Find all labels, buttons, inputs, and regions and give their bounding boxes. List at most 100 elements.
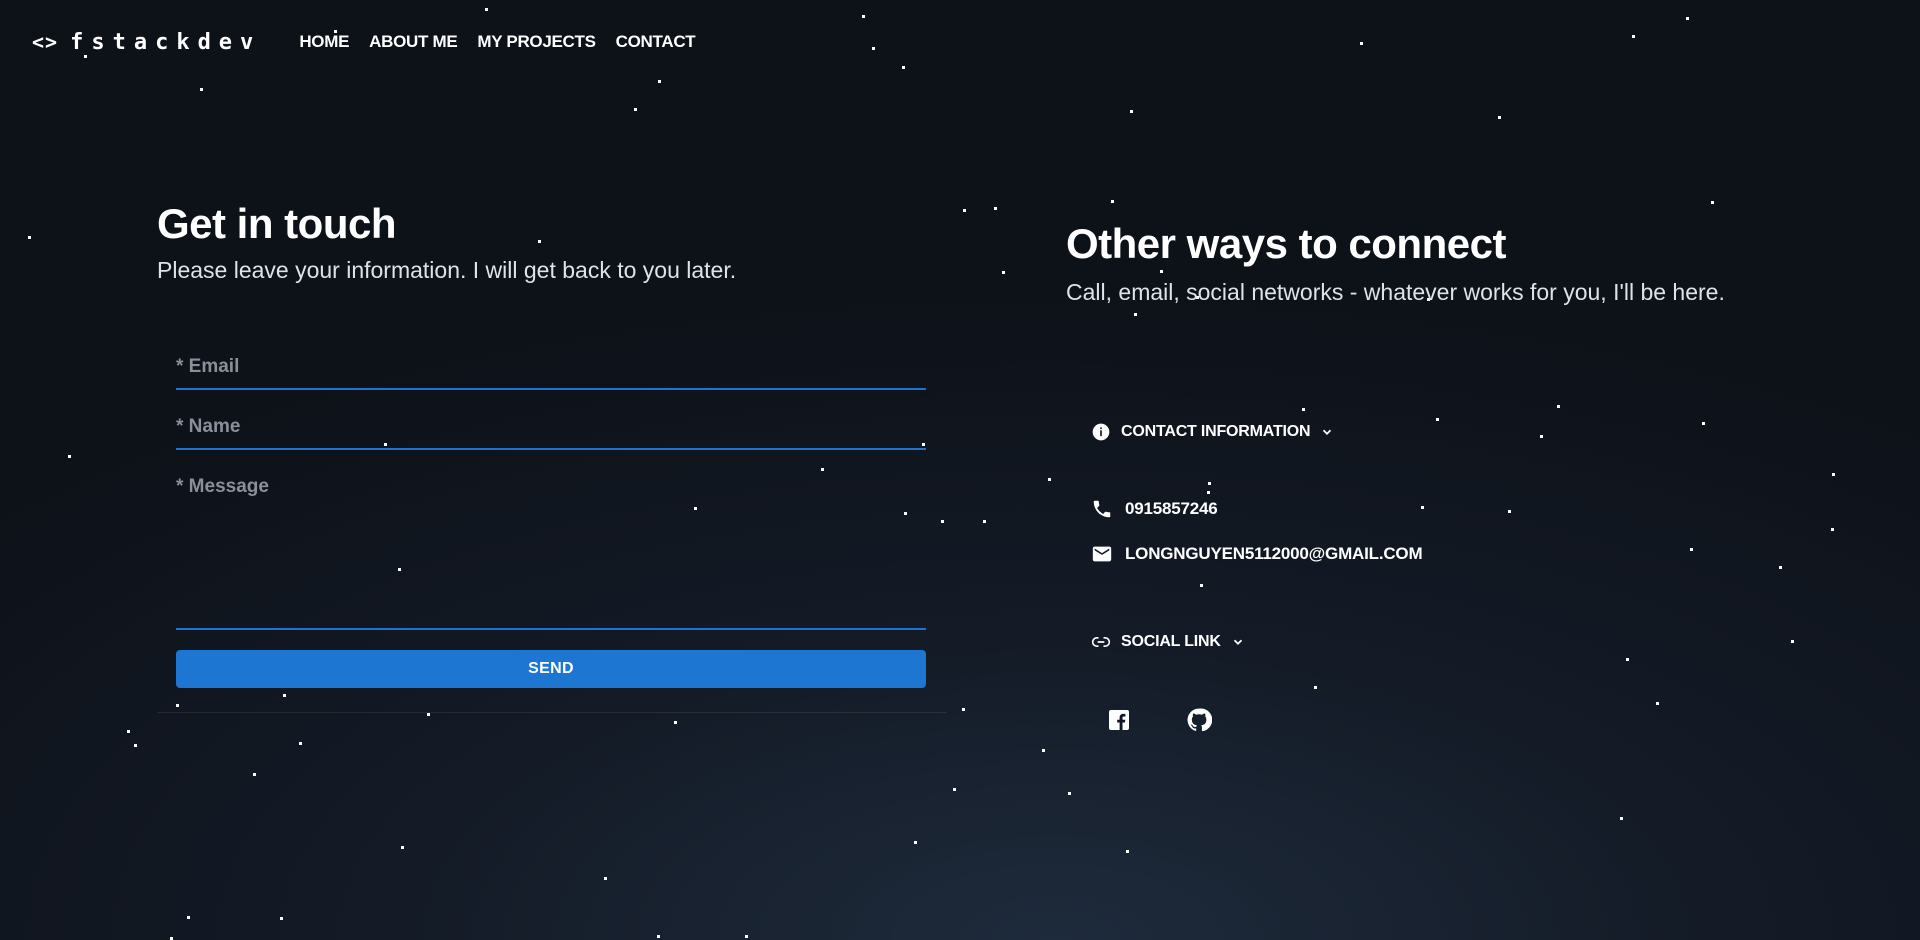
nav-link-home[interactable]: HOME <box>299 32 349 52</box>
form-divider <box>157 712 947 713</box>
star <box>983 520 986 523</box>
mail-icon <box>1091 543 1113 565</box>
social-link-label: SOCIAL LINK <box>1121 633 1221 650</box>
star <box>1632 35 1635 38</box>
star <box>283 694 286 697</box>
email-row[interactable]: LONGNGUYEN5112000@GMAIL.COM <box>1091 543 1423 565</box>
star <box>1048 478 1051 481</box>
email-address: LONGNGUYEN5112000@GMAIL.COM <box>1125 544 1423 563</box>
star <box>28 236 31 239</box>
star <box>745 935 748 938</box>
logo-text: fstackdev <box>70 29 262 55</box>
star <box>1656 702 1659 705</box>
star <box>200 88 203 91</box>
star <box>280 917 283 920</box>
get-in-touch-title: Get in touch <box>157 200 397 247</box>
star <box>1436 418 1439 421</box>
star <box>1130 110 1133 113</box>
phone-number: 0915857246 <box>1125 499 1218 518</box>
star <box>299 742 302 745</box>
info-icon <box>1091 422 1111 442</box>
other-ways-subtitle: Call, email, social networks - whatever … <box>1066 279 1725 305</box>
get-in-touch-subtitle: Please leave your information. I will ge… <box>157 257 737 283</box>
github-icon[interactable] <box>1186 707 1212 733</box>
star <box>1208 482 1211 485</box>
get-in-touch-section: Get in touch Please leave your informati… <box>157 196 947 286</box>
social-link-toggle[interactable]: SOCIAL LINK <box>1091 632 1245 652</box>
star <box>658 80 661 83</box>
top-nav: <> fstackdev HOME ABOUT ME MY PROJECTS C… <box>32 26 715 58</box>
star <box>902 66 905 69</box>
star <box>1042 749 1045 752</box>
phone-icon <box>1091 498 1113 520</box>
star <box>1620 817 1623 820</box>
star <box>485 8 488 11</box>
chevron-down-icon <box>1320 425 1334 439</box>
name-field-wrapper <box>176 410 926 450</box>
star <box>1207 491 1210 494</box>
email-field-wrapper <box>176 350 926 390</box>
facebook-icon[interactable] <box>1106 707 1132 733</box>
logo[interactable]: <> fstackdev <box>32 30 261 55</box>
star <box>1111 200 1114 203</box>
star <box>941 520 944 523</box>
contact-information-label: CONTACT INFORMATION <box>1121 423 1311 440</box>
star <box>604 877 607 880</box>
star <box>657 935 660 938</box>
star <box>1626 658 1629 661</box>
star <box>862 15 865 18</box>
star <box>1702 422 1705 425</box>
star <box>1540 435 1543 438</box>
star <box>134 744 137 747</box>
star <box>1302 408 1305 411</box>
star <box>1711 201 1714 204</box>
star <box>401 846 404 849</box>
star <box>1126 850 1129 853</box>
star <box>1421 506 1424 509</box>
name-field[interactable] <box>176 410 926 438</box>
star <box>1360 42 1363 45</box>
star <box>1831 528 1834 531</box>
star <box>1779 566 1782 569</box>
email-field[interactable] <box>176 350 926 378</box>
star <box>1314 686 1317 689</box>
star <box>187 916 190 919</box>
other-ways-section: Other ways to connect Call, email, socia… <box>1066 216 1726 312</box>
star <box>1686 17 1689 20</box>
star <box>953 788 956 791</box>
code-icon: <> <box>32 30 59 54</box>
send-button[interactable]: SEND <box>176 650 926 688</box>
chevron-down-icon <box>1231 635 1245 649</box>
star <box>1791 640 1794 643</box>
star <box>1200 584 1203 587</box>
star <box>962 708 965 711</box>
nav-link-my-projects[interactable]: MY PROJECTS <box>477 32 596 52</box>
star <box>1557 405 1560 408</box>
star <box>994 207 997 210</box>
star <box>1002 271 1005 274</box>
nav-link-contact[interactable]: CONTACT <box>616 32 696 52</box>
social-icons <box>1106 707 1212 733</box>
star <box>253 773 256 776</box>
star <box>1498 116 1501 119</box>
other-ways-title: Other ways to connect <box>1066 220 1506 267</box>
phone-row[interactable]: 0915857246 <box>1091 498 1218 520</box>
star <box>127 730 130 733</box>
nav-link-about-me[interactable]: ABOUT ME <box>369 32 458 52</box>
nav-links: HOME ABOUT ME MY PROJECTS CONTACT <box>299 32 715 52</box>
star <box>1690 548 1693 551</box>
contact-information-toggle[interactable]: CONTACT INFORMATION <box>1091 422 1334 442</box>
star <box>176 704 179 707</box>
message-field-wrapper <box>176 470 926 630</box>
star <box>914 841 917 844</box>
star <box>1134 313 1137 316</box>
star <box>1508 510 1511 513</box>
star <box>68 455 71 458</box>
star <box>634 108 637 111</box>
message-field[interactable] <box>176 470 926 620</box>
star <box>872 47 875 50</box>
star <box>427 713 430 716</box>
star <box>1832 473 1835 476</box>
star <box>1068 792 1071 795</box>
star <box>674 721 677 724</box>
